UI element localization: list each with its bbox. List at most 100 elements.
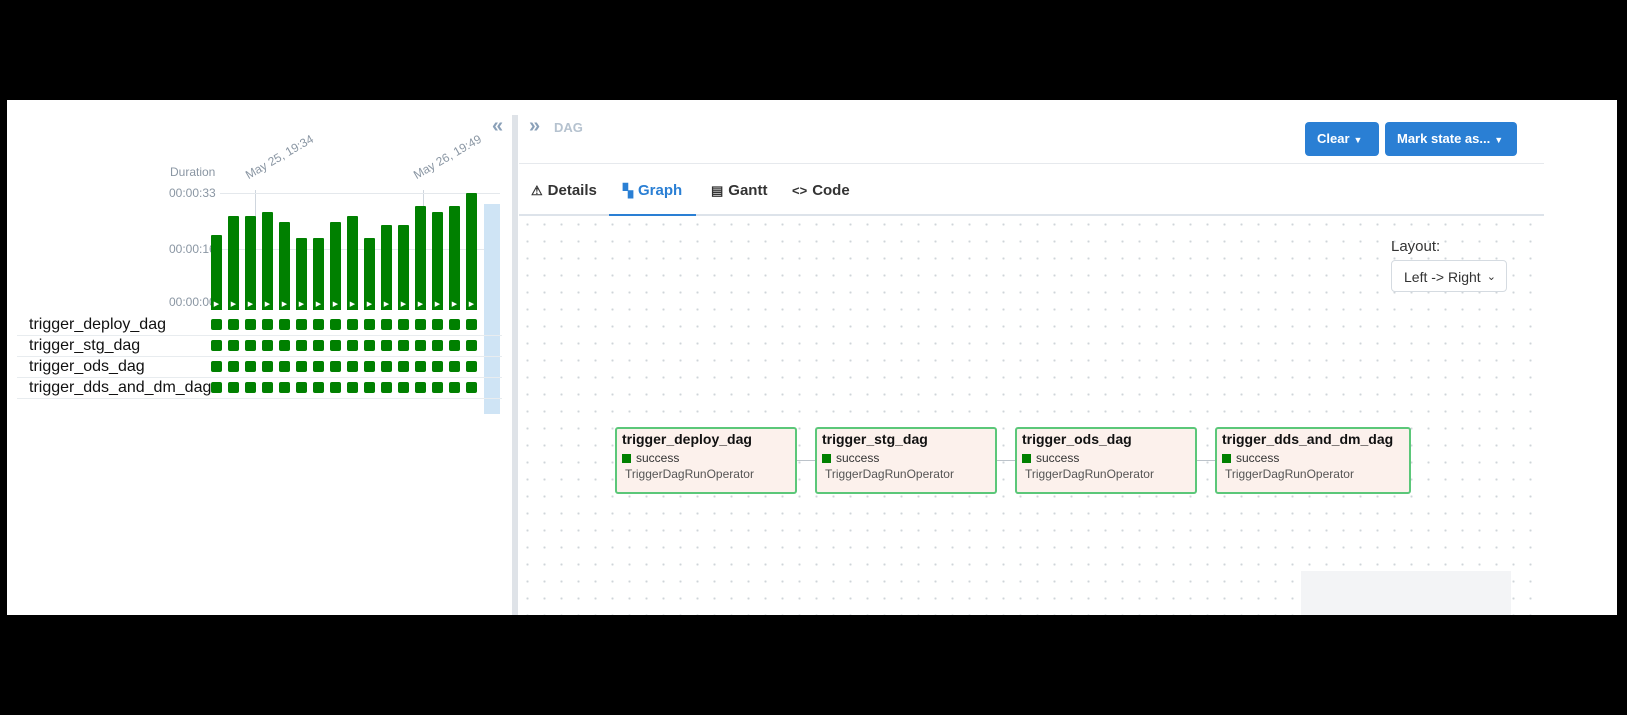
graph-canvas[interactable]: Layout: Left -> Right ⌄ trigger_deploy_d… [519,216,1544,615]
task-instance-cell[interactable] [466,340,477,351]
task-instance-cell[interactable] [228,361,239,372]
task-instance-cell[interactable] [381,382,392,393]
run-bar[interactable] [330,222,341,300]
tab-code[interactable]: <> Code [792,176,850,214]
task-row[interactable]: trigger_stg_dag [17,335,502,357]
run-bar[interactable] [415,205,426,300]
task-instance-cell[interactable] [262,319,273,330]
task-instance-cell[interactable] [449,361,460,372]
task-instance-cell[interactable] [211,340,222,351]
task-instance-cell[interactable] [245,361,256,372]
task-instance-cell[interactable] [466,361,477,372]
task-instance-cell[interactable] [449,340,460,351]
task-instance-cell[interactable] [398,382,409,393]
task-instance-cell[interactable] [313,340,324,351]
task-instance-cell[interactable] [262,361,273,372]
task-instance-cell[interactable] [432,382,443,393]
run-bar[interactable] [211,235,222,300]
task-instance-cell[interactable] [381,340,392,351]
task-instance-cell[interactable] [364,382,375,393]
run-bar[interactable] [449,205,460,300]
run-bar[interactable] [381,225,392,300]
task-instance-cell[interactable] [228,319,239,330]
graph-node[interactable]: trigger_stg_dag success TriggerDagRunOpe… [815,427,997,494]
run-bar[interactable] [466,193,477,300]
task-instance-cell[interactable] [279,382,290,393]
task-instance-cell[interactable] [296,382,307,393]
run-bar[interactable] [364,238,375,300]
task-instance-cell[interactable] [432,361,443,372]
task-instance-cell[interactable] [330,382,341,393]
panel-divider[interactable] [512,115,518,615]
layout-select[interactable]: Left -> Right ⌄ [1391,260,1507,292]
task-instance-cell[interactable] [211,319,222,330]
graph-node[interactable]: trigger_ods_dag success TriggerDagRunOpe… [1015,427,1197,494]
task-row[interactable]: trigger_ods_dag [17,356,502,378]
task-instance-cell[interactable] [245,382,256,393]
task-instance-cell[interactable] [398,319,409,330]
task-instance-cell[interactable] [313,382,324,393]
run-bar[interactable] [398,225,409,300]
task-instance-cell[interactable] [364,319,375,330]
graph-minimap[interactable] [1301,571,1511,615]
run-bar[interactable] [347,215,358,300]
task-instance-cell[interactable] [279,319,290,330]
task-instance-cell[interactable] [279,361,290,372]
task-row[interactable]: trigger_deploy_dag [17,314,502,336]
task-instance-cell[interactable] [211,382,222,393]
task-instance-cell[interactable] [296,361,307,372]
task-instance-cell[interactable] [347,382,358,393]
graph-node[interactable]: trigger_dds_and_dm_dag success TriggerDa… [1215,427,1411,494]
task-instance-cell[interactable] [432,319,443,330]
run-bar[interactable] [279,222,290,300]
task-instance-cell[interactable] [262,382,273,393]
run-bar[interactable] [313,238,324,300]
task-instance-cell[interactable] [313,319,324,330]
run-bar[interactable] [296,238,307,300]
task-instance-cell[interactable] [449,319,460,330]
task-instance-cell[interactable] [211,361,222,372]
task-instance-cell[interactable] [432,340,443,351]
task-instance-cell[interactable] [364,361,375,372]
task-instance-cell[interactable] [347,361,358,372]
task-instance-cell[interactable] [228,340,239,351]
breadcrumb[interactable]: DAG [554,120,583,135]
task-instance-cell[interactable] [262,340,273,351]
mark-state-button[interactable]: Mark state as... ▼ [1385,122,1517,156]
tab-graph[interactable]: ▚ Graph [609,176,697,216]
task-instance-cell[interactable] [245,340,256,351]
task-instance-cell[interactable] [330,361,341,372]
task-instance-cell[interactable] [364,340,375,351]
run-bar[interactable] [228,215,239,300]
task-instance-cell[interactable] [347,319,358,330]
task-instance-cell[interactable] [398,340,409,351]
task-instance-cell[interactable] [228,382,239,393]
task-instance-cell[interactable] [381,361,392,372]
task-instance-cell[interactable] [449,382,460,393]
task-instance-cell[interactable] [415,319,426,330]
task-instance-cell[interactable] [415,382,426,393]
task-instance-cell[interactable] [279,340,290,351]
task-instance-cell[interactable] [347,340,358,351]
tab-gantt[interactable]: ▤ Gantt [711,176,767,214]
task-instance-cell[interactable] [466,319,477,330]
graph-node[interactable]: trigger_deploy_dag success TriggerDagRun… [615,427,797,494]
task-instance-cell[interactable] [296,340,307,351]
task-instance-cell[interactable] [415,340,426,351]
task-instance-cell[interactable] [466,382,477,393]
task-instance-cell[interactable] [415,361,426,372]
task-instance-cell[interactable] [381,319,392,330]
task-instance-cell[interactable] [330,319,341,330]
task-instance-cell[interactable] [245,319,256,330]
task-instance-cell[interactable] [398,361,409,372]
task-instance-cell[interactable] [330,340,341,351]
task-instance-cell[interactable] [313,361,324,372]
task-instance-cell[interactable] [296,319,307,330]
task-row[interactable]: trigger_dds_and_dm_dag [17,377,502,399]
run-bar[interactable] [432,212,443,300]
run-bar[interactable] [262,212,273,300]
clear-button[interactable]: Clear ▼ [1305,122,1379,156]
run-bar[interactable] [245,215,256,300]
double-chevron-right-icon[interactable]: » [529,116,540,136]
tab-details[interactable]: ⚠ Details [531,176,597,214]
